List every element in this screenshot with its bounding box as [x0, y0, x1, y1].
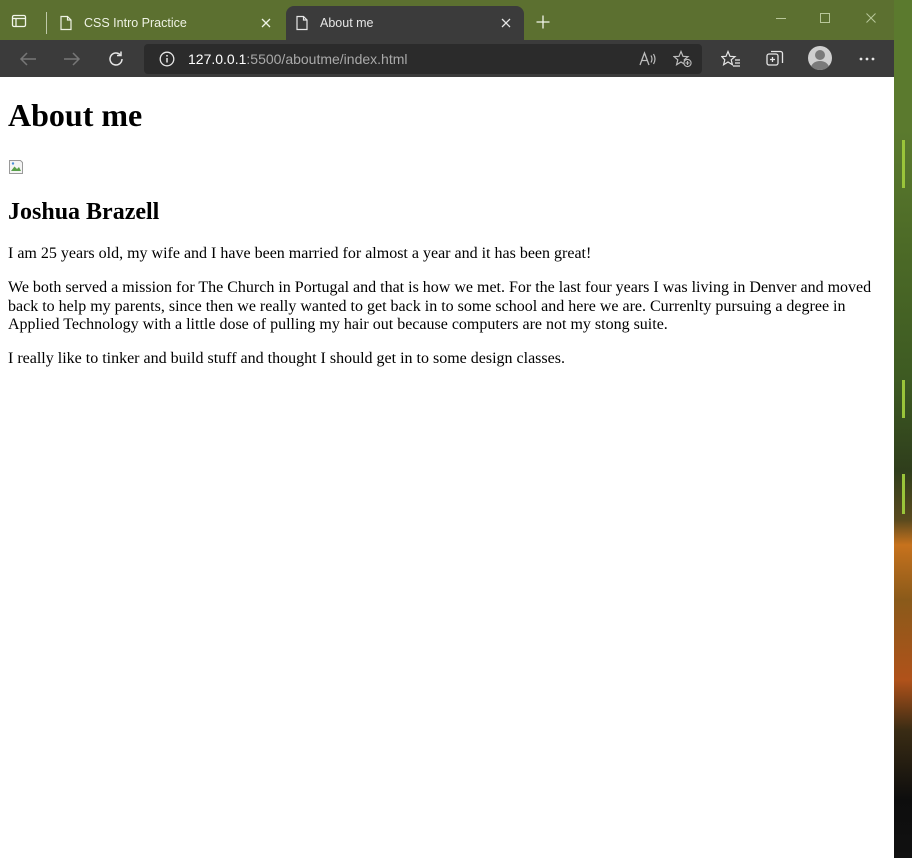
- new-tab-button[interactable]: [532, 11, 554, 33]
- address-bar[interactable]: 127.0.0.1:5500/aboutme/index.html: [144, 44, 702, 74]
- tab-actions-icon: [11, 13, 27, 29]
- avatar-body: [811, 61, 829, 70]
- profile-avatar[interactable]: [808, 46, 832, 70]
- tab-separator: [46, 12, 47, 34]
- maximize-icon: [820, 13, 830, 23]
- favorites-icon: [721, 50, 741, 68]
- page-icon: [294, 15, 310, 31]
- desktop-edge-mark: [902, 140, 905, 188]
- paragraph-hobbies: I really like to tinker and build stuff …: [8, 350, 565, 367]
- url-text: 127.0.0.1:5500/aboutme/index.html: [188, 51, 408, 67]
- tab-strip: CSS Intro Practice About me: [0, 0, 894, 40]
- read-aloud-button[interactable]: [634, 44, 662, 74]
- desktop-background: [894, 0, 912, 858]
- avatar-head: [815, 50, 825, 60]
- page-icon: [58, 15, 74, 31]
- maximize-button[interactable]: [810, 6, 840, 30]
- minimize-icon: [776, 13, 786, 23]
- close-tab-icon[interactable]: [256, 13, 276, 33]
- arrow-right-icon: [63, 51, 81, 67]
- favorites-button[interactable]: [716, 44, 746, 74]
- url-host: 127.0.0.1: [188, 51, 247, 67]
- url-path: :5500/aboutme/index.html: [246, 51, 408, 67]
- close-icon: [866, 13, 876, 23]
- back-button[interactable]: [13, 44, 43, 74]
- add-favorite-button[interactable]: [669, 44, 697, 74]
- plus-icon: [536, 15, 550, 29]
- tab-title: CSS Intro Practice: [84, 16, 187, 30]
- broken-image-icon: [8, 159, 24, 175]
- collections-icon: [766, 50, 784, 68]
- settings-more-button[interactable]: [852, 44, 882, 74]
- paragraph-intro: I am 25 years old, my wife and I have be…: [8, 245, 592, 262]
- desktop-edge-mark: [902, 380, 905, 418]
- person-name: Joshua Brazell: [8, 199, 160, 225]
- browser-window: CSS Intro Practice About me 127.0.0.1:55…: [0, 0, 894, 858]
- star-add-icon: [673, 50, 693, 68]
- refresh-button[interactable]: [101, 44, 131, 74]
- tab-title: About me: [320, 16, 374, 30]
- collections-button[interactable]: [760, 44, 790, 74]
- minimize-button[interactable]: [766, 6, 796, 30]
- arrow-left-icon: [19, 51, 37, 67]
- close-window-button[interactable]: [856, 6, 886, 30]
- page-content: About me Joshua Brazell I am 25 years ol…: [0, 77, 894, 858]
- tab-actions-button[interactable]: [6, 8, 32, 34]
- paragraph-mission: We both served a mission for The Church …: [8, 279, 872, 333]
- page-heading: About me: [8, 97, 143, 133]
- read-aloud-icon: [639, 51, 657, 67]
- more-horizontal-icon: [859, 57, 875, 61]
- desktop-edge-mark: [902, 474, 905, 514]
- browser-toolbar: 127.0.0.1:5500/aboutme/index.html: [0, 40, 894, 77]
- refresh-icon: [107, 50, 125, 68]
- tab-css-intro-practice[interactable]: CSS Intro Practice: [50, 6, 284, 40]
- tab-about-me[interactable]: About me: [286, 6, 524, 40]
- site-info-icon[interactable]: [154, 46, 180, 72]
- close-tab-icon[interactable]: [496, 13, 516, 33]
- forward-button[interactable]: [57, 44, 87, 74]
